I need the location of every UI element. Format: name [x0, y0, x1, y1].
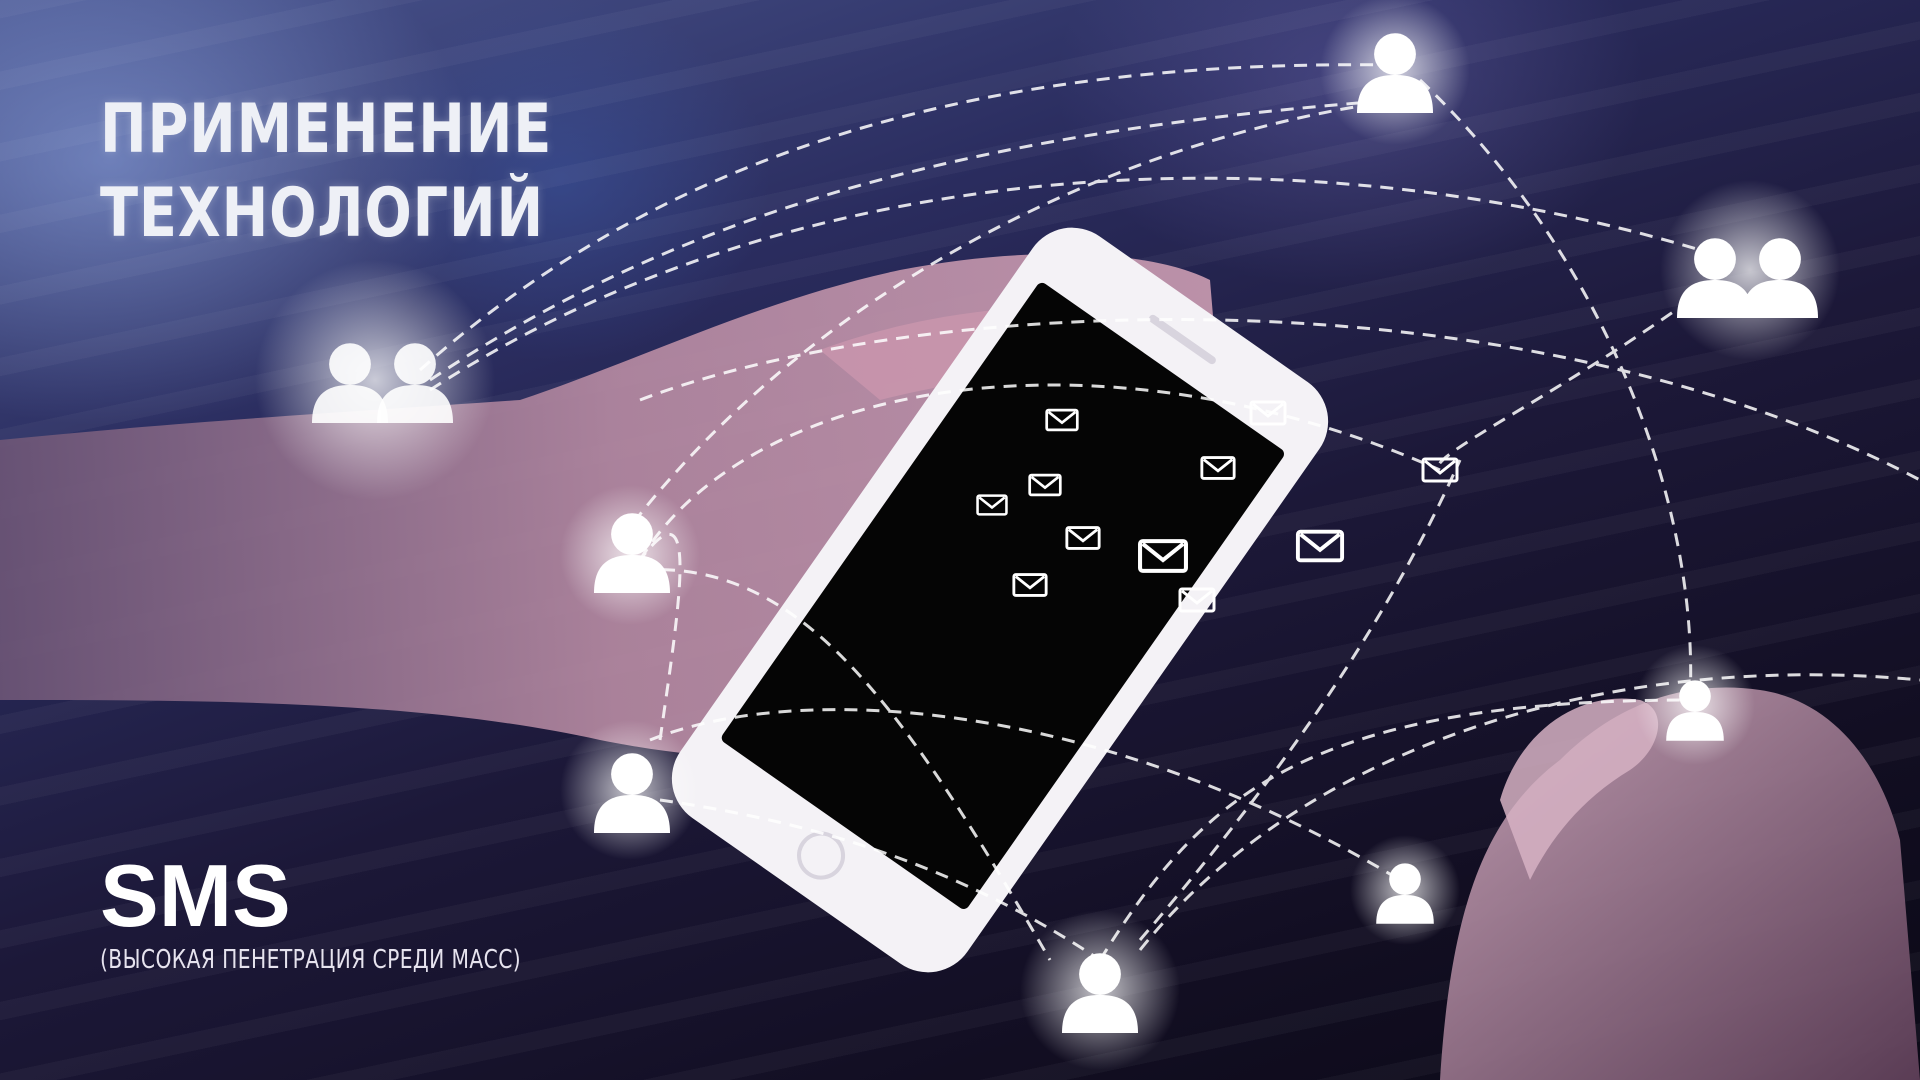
title-line-2: ТЕХНОЛОГИЙ	[100, 174, 544, 253]
envelope-icon	[1295, 529, 1345, 563]
slide: ПРИМЕНЕНИЕ ТЕХНОЛОГИЙ SMS (ВЫСОКАЯ ПЕНЕТ…	[0, 0, 1920, 1080]
technology-heading: SMS	[100, 846, 291, 945]
slide-title: ПРИМЕНЕНИЕ ТЕХНОЛОГИЙ	[100, 88, 552, 256]
technology-subheading: (ВЫСОКАЯ ПЕНЕТРАЦИЯ СРЕДИ МАСС)	[100, 945, 522, 975]
title-line-1: ПРИМЕНЕНИЕ	[100, 90, 553, 169]
